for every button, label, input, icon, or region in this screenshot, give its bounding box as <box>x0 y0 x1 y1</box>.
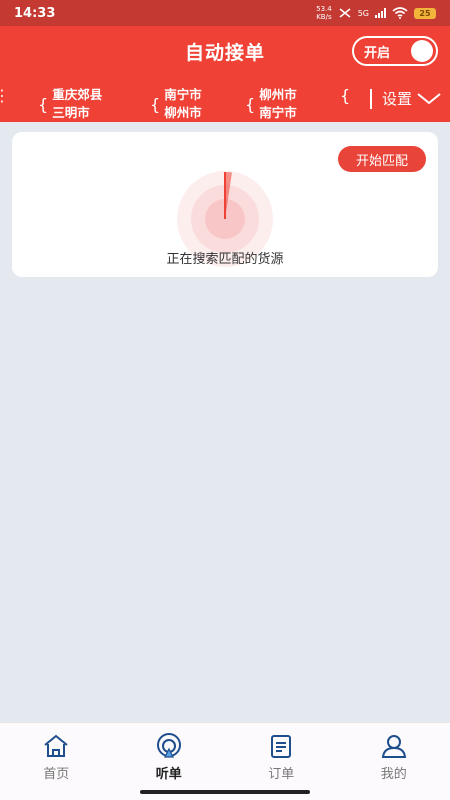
order-icon <box>271 735 292 758</box>
battery-icon: 25 <box>414 7 436 19</box>
searching-text: 正在搜索匹配的货源 <box>166 252 284 267</box>
bottom-nav: 首页 听单 订单 我的 <box>0 722 450 800</box>
nav-item-orders[interactable]: 订单 <box>225 723 338 800</box>
toggle-label: 开启 <box>364 45 391 61</box>
nav-label: 首页 <box>43 767 70 782</box>
status-icons: 53.4 KB/s 5G 25 <box>316 5 436 21</box>
route-from: 重庆郊县 <box>52 87 103 102</box>
brace-icon: ⋮ <box>0 86 10 105</box>
divider <box>369 88 372 109</box>
header: 自动接单 开启 <box>0 26 450 76</box>
signal-icon <box>375 8 386 18</box>
route-to: 柳州市 <box>164 105 202 120</box>
brace-icon: { <box>150 94 161 114</box>
network-speed: 53.4 KB/s <box>316 5 332 21</box>
brace-icon: { <box>340 86 351 105</box>
route-item[interactable]: { 柳州市 南宁市 <box>245 86 297 122</box>
match-card: 开始匹配 正在搜索匹配的货源 <box>12 132 438 277</box>
routes-bar: ⋮ { 重庆郊县 三明市 { 南宁市 柳州市 { 柳州市 南宁市 { 设置 <box>0 76 450 122</box>
route-item[interactable]: { 重庆郊县 三明市 <box>38 86 102 122</box>
home-icon <box>44 734 68 757</box>
profile-icon <box>381 735 406 758</box>
route-item[interactable]: { <box>340 86 354 105</box>
brace-icon: { <box>38 94 49 114</box>
settings-label: 设置 <box>381 90 412 108</box>
listen-icon <box>156 733 181 758</box>
status-time: 14:33 <box>14 5 56 21</box>
nav-label: 订单 <box>268 767 295 782</box>
settings-button[interactable]: 设置 <box>367 88 442 109</box>
route-item[interactable]: { 南宁市 柳州市 <box>150 86 202 122</box>
network-type: 5G <box>357 8 369 18</box>
nav-item-profile[interactable]: 我的 <box>338 723 450 800</box>
nav-item-listen[interactable]: 听单 <box>113 723 226 800</box>
route-item[interactable]: ⋮ <box>0 86 14 105</box>
data-icon <box>339 8 351 18</box>
route-cities: 柳州市 南宁市 <box>259 86 297 122</box>
chevron-down-icon <box>417 92 441 104</box>
start-match-button[interactable]: 开始匹配 <box>338 146 426 172</box>
home-indicator <box>140 790 310 794</box>
brace-icon: { <box>245 94 256 114</box>
route-from: 南宁市 <box>164 87 202 102</box>
nav-label: 听单 <box>155 767 182 782</box>
route-cities: 南宁市 柳州市 <box>164 86 202 122</box>
route-cities: 重庆郊县 三明市 <box>52 86 102 122</box>
toggle-knob <box>411 40 433 62</box>
nav-item-home[interactable]: 首页 <box>0 723 113 800</box>
route-from: 柳州市 <box>259 87 297 102</box>
wifi-icon <box>392 7 408 19</box>
route-to: 三明市 <box>52 105 90 120</box>
route-to: 南宁市 <box>259 105 297 120</box>
nav-label: 我的 <box>380 767 407 782</box>
status-bar: 14:33 53.4 KB/s 5G 25 <box>0 0 450 26</box>
auto-accept-toggle[interactable]: 开启 <box>352 36 438 66</box>
